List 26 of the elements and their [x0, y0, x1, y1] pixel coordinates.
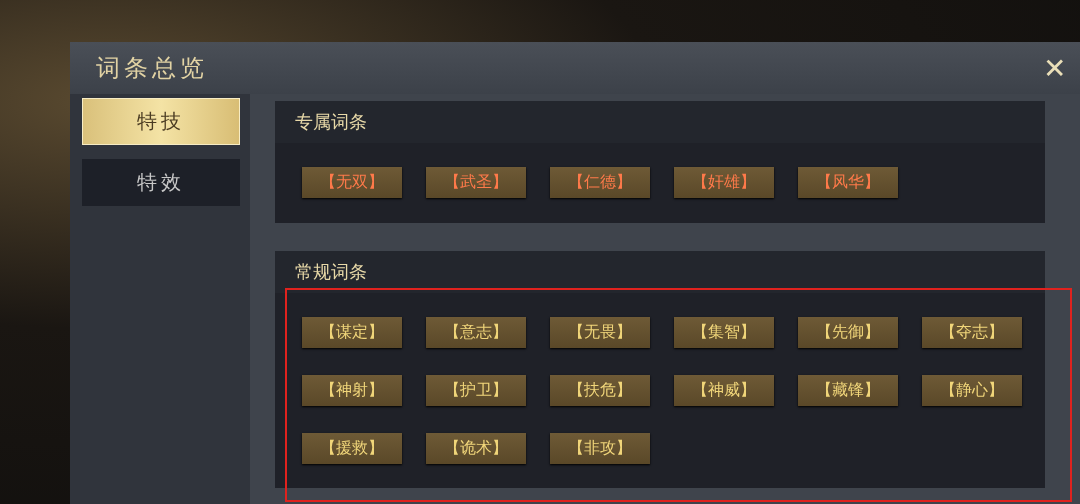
section-title: 常规词条: [275, 251, 1045, 293]
term-chip[interactable]: 【藏锋】: [798, 375, 898, 406]
term-chip[interactable]: 【非攻】: [550, 433, 650, 464]
term-chip[interactable]: 【诡术】: [426, 433, 526, 464]
term-chip[interactable]: 【夺志】: [922, 317, 1022, 348]
window-title: 词条总览: [96, 53, 208, 84]
term-chip[interactable]: 【无畏】: [550, 317, 650, 348]
term-chip[interactable]: 【扶危】: [550, 375, 650, 406]
term-chip[interactable]: 【集智】: [674, 317, 774, 348]
term-chip[interactable]: 【无双】: [302, 167, 402, 198]
term-chip[interactable]: 【意志】: [426, 317, 526, 348]
term-chip[interactable]: 【神射】: [302, 375, 402, 406]
section-title: 专属词条: [275, 101, 1045, 143]
term-chip[interactable]: 【仁德】: [550, 167, 650, 198]
term-chip[interactable]: 【护卫】: [426, 375, 526, 406]
term-chip[interactable]: 【奸雄】: [674, 167, 774, 198]
term-chip[interactable]: 【谋定】: [302, 317, 402, 348]
term-chip[interactable]: 【武圣】: [426, 167, 526, 198]
term-chip[interactable]: 【风华】: [798, 167, 898, 198]
term-chip[interactable]: 【先御】: [798, 317, 898, 348]
close-button[interactable]: ✕: [1043, 51, 1066, 85]
term-chip[interactable]: 【神威】: [674, 375, 774, 406]
sidebar-tab[interactable]: 特效: [82, 159, 240, 206]
term-chip[interactable]: 【援救】: [302, 433, 402, 464]
term-chip[interactable]: 【静心】: [922, 375, 1022, 406]
sidebar-tab[interactable]: 特技: [82, 98, 240, 145]
